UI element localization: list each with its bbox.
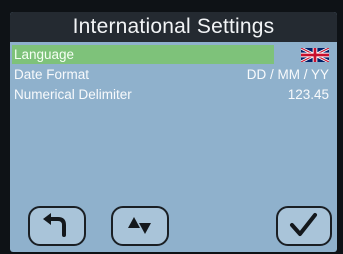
setting-value-date-format: DD / MM / YY	[246, 67, 329, 82]
setting-row-numerical-delimiter[interactable]: Numerical Delimiter 123.45	[10, 85, 337, 104]
checkmark-icon	[290, 213, 317, 236]
up-down-arrows-icon	[128, 217, 151, 234]
setting-row-date-format[interactable]: Date Format DD / MM / YY	[10, 65, 337, 84]
back-button[interactable]	[28, 206, 86, 246]
confirm-button[interactable]	[276, 206, 332, 246]
sort-button[interactable]	[111, 206, 169, 246]
setting-label-numerical-delimiter: Numerical Delimiter	[14, 87, 132, 102]
settings-screen: International Settings Language Date For…	[10, 12, 337, 252]
setting-value-numerical-delimiter: 123.45	[287, 87, 329, 102]
setting-label-date-format: Date Format	[14, 67, 90, 82]
setting-row-language[interactable]: Language	[10, 45, 337, 64]
setting-label-language: Language	[14, 47, 75, 62]
back-arrow-icon	[43, 213, 66, 237]
uk-flag-icon	[301, 48, 329, 62]
page-title: International Settings	[10, 12, 337, 42]
